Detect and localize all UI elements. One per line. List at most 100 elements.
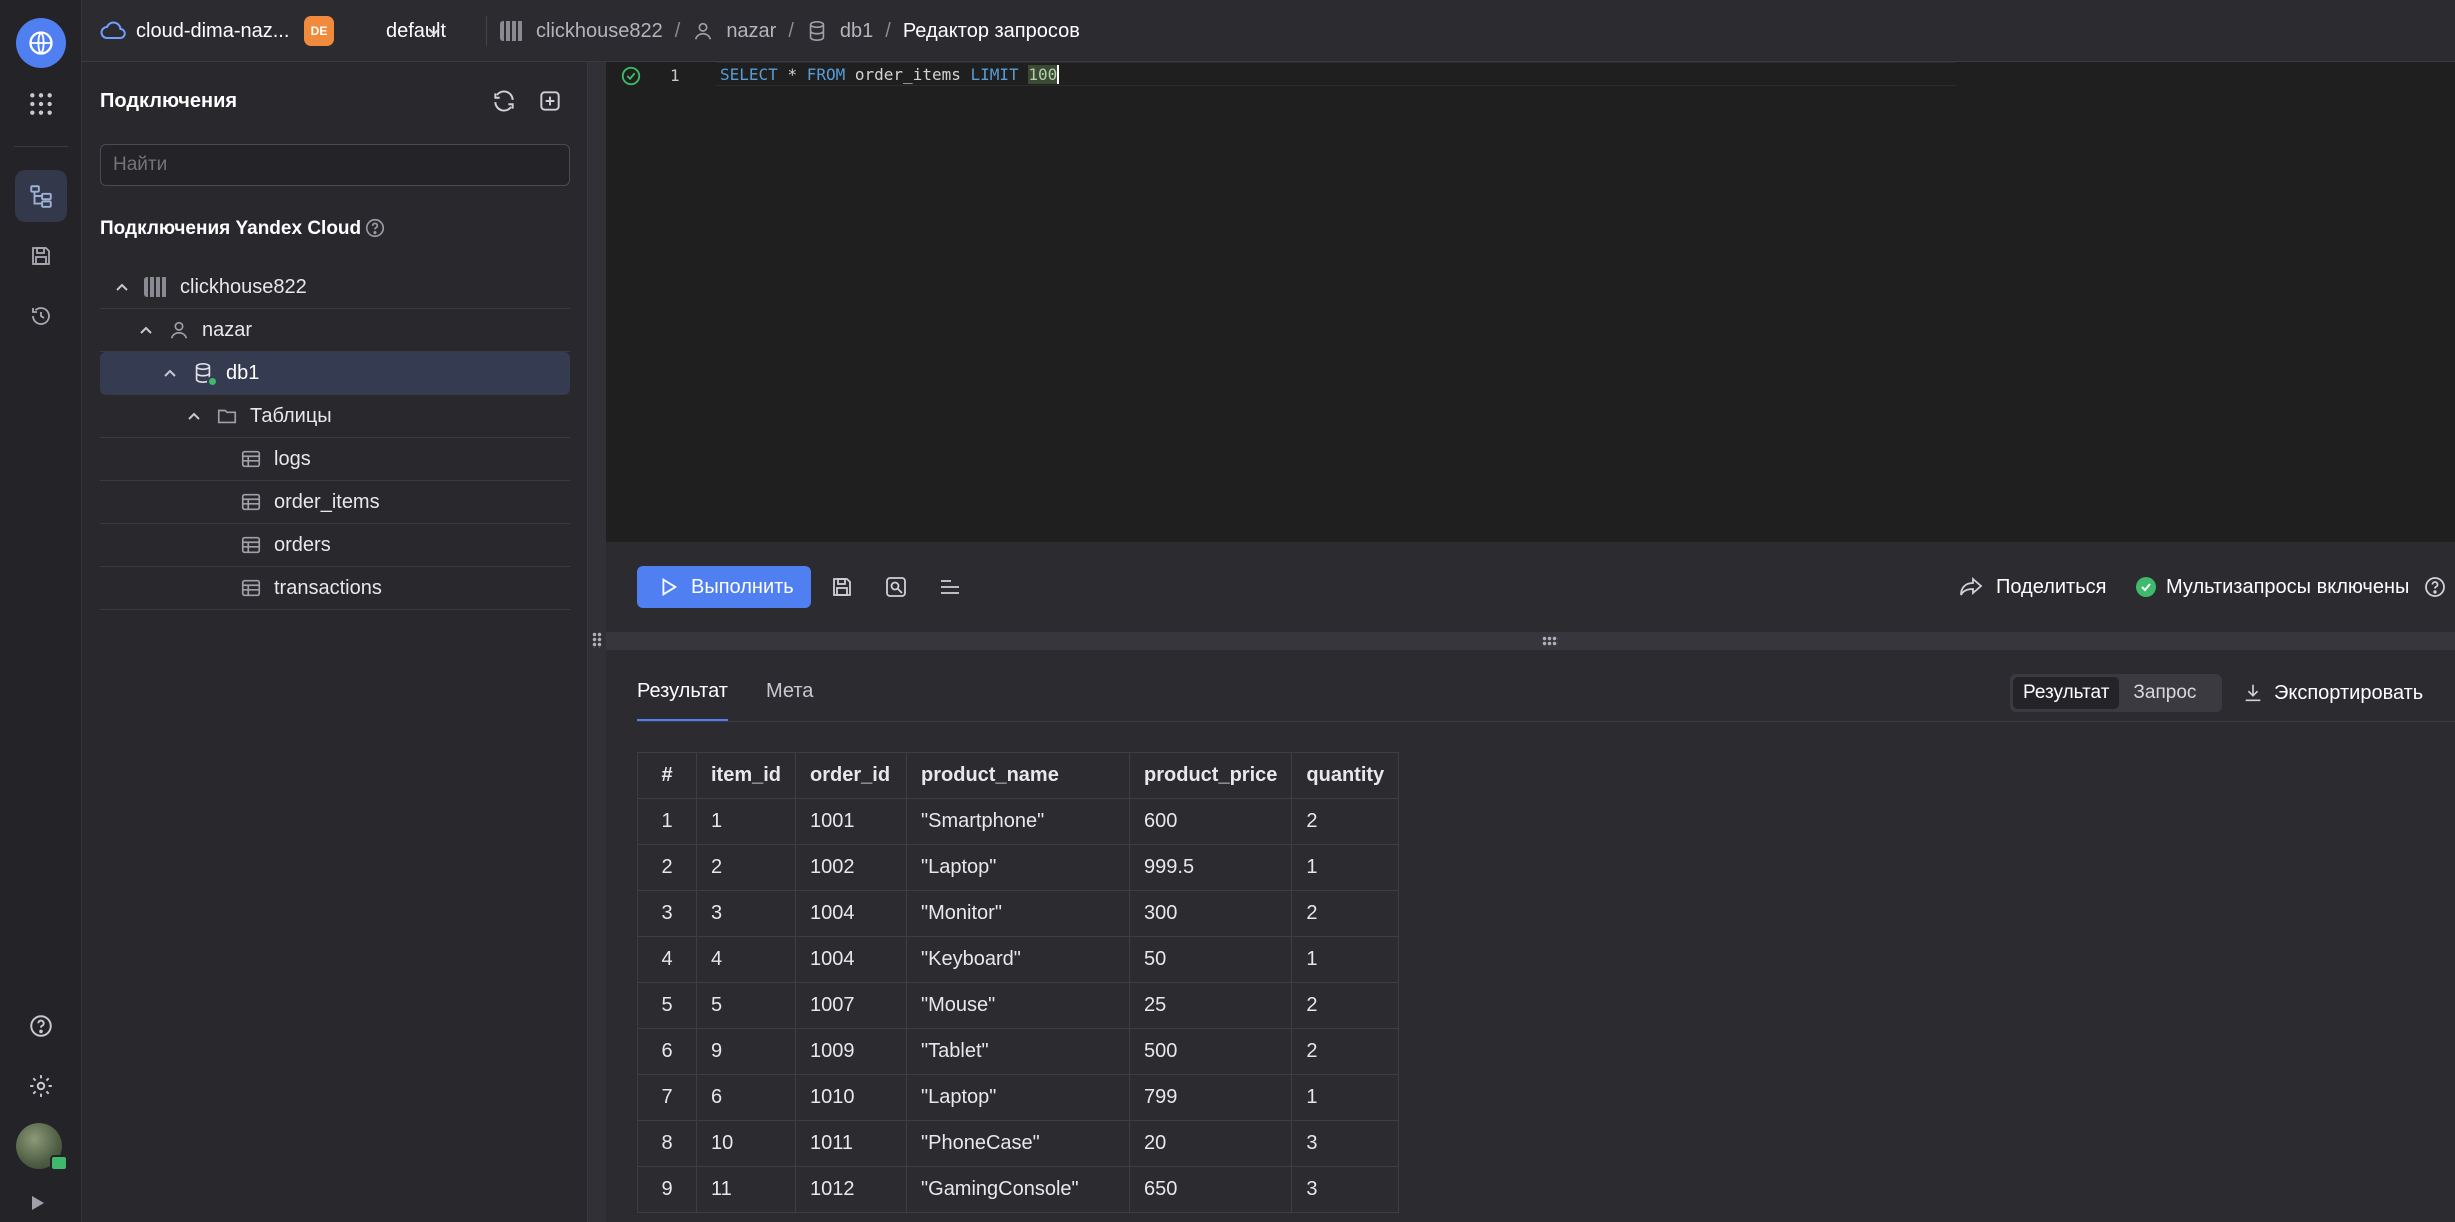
table-cell[interactable]: "Monitor": [906, 890, 1131, 937]
table-cell[interactable]: 1: [695, 798, 797, 845]
table-cell[interactable]: 2: [1291, 798, 1400, 845]
tree-item-tables-folder[interactable]: Таблицы: [100, 395, 570, 438]
search-input[interactable]: [100, 144, 570, 186]
column-header[interactable]: product_price: [1129, 752, 1293, 799]
table-cell[interactable]: "Laptop": [906, 1074, 1131, 1121]
breadcrumb-user[interactable]: nazar: [726, 20, 776, 43]
tree-item-table[interactable]: order_items: [100, 481, 570, 524]
column-header[interactable]: #: [637, 752, 697, 799]
table-cell[interactable]: 5: [637, 982, 697, 1029]
table-cell[interactable]: 8: [637, 1120, 697, 1167]
user-avatar[interactable]: [16, 1123, 68, 1171]
toggle-query[interactable]: Запрос: [2119, 677, 2210, 709]
code-line[interactable]: SELECT * FROM order_items LIMIT 100: [720, 65, 1060, 84]
vertical-resize-handle[interactable]: [588, 62, 606, 1222]
share-button[interactable]: Поделиться: [1958, 566, 2106, 608]
explain-plan-icon[interactable]: [884, 575, 908, 599]
tree-item-table[interactable]: transactions: [100, 567, 570, 610]
table-cell[interactable]: "GamingConsole": [906, 1166, 1131, 1213]
table-cell[interactable]: 2: [1291, 982, 1400, 1029]
table-cell[interactable]: 6: [695, 1074, 797, 1121]
section-help-icon[interactable]: [364, 217, 386, 239]
horizontal-resize-handle[interactable]: [606, 632, 2455, 650]
tree-item-table[interactable]: orders: [100, 524, 570, 567]
expand-nav-icon[interactable]: [32, 1196, 44, 1210]
query-editor[interactable]: 1 SELECT * FROM order_items LIMIT 100: [606, 62, 2455, 542]
run-button[interactable]: Выполнить: [637, 566, 811, 608]
table-cell[interactable]: 1010: [795, 1074, 908, 1121]
table-cell[interactable]: 3: [637, 890, 697, 937]
format-sql-icon[interactable]: [938, 575, 962, 599]
table-cell[interactable]: 1004: [795, 890, 908, 937]
table-cell[interactable]: 6: [637, 1028, 697, 1075]
chevron-up-icon[interactable]: [136, 320, 156, 340]
table-cell[interactable]: 1: [1291, 936, 1400, 983]
saved-queries-icon[interactable]: [15, 230, 67, 282]
cloud-name[interactable]: cloud-dima-naz...: [136, 20, 289, 43]
table-cell[interactable]: 1007: [795, 982, 908, 1029]
table-cell[interactable]: "Laptop": [906, 844, 1131, 891]
table-cell[interactable]: 10: [695, 1120, 797, 1167]
table-cell[interactable]: 11: [695, 1166, 797, 1213]
table-cell[interactable]: 650: [1129, 1166, 1293, 1213]
table-cell[interactable]: 1: [637, 798, 697, 845]
table-cell[interactable]: 50: [1129, 936, 1293, 983]
toggle-result[interactable]: Результат: [2013, 677, 2120, 709]
refresh-icon[interactable]: [491, 88, 517, 114]
toolbar-help-icon[interactable]: [2423, 575, 2447, 599]
table-cell[interactable]: 9: [695, 1028, 797, 1075]
table-cell[interactable]: "Tablet": [906, 1028, 1131, 1075]
tree-item-database[interactable]: db1: [100, 352, 570, 395]
table-cell[interactable]: 9: [637, 1166, 697, 1213]
table-cell[interactable]: 1002: [795, 844, 908, 891]
table-cell[interactable]: 4: [695, 936, 797, 983]
breadcrumb-database[interactable]: db1: [840, 20, 873, 43]
table-cell[interactable]: "Smartphone": [906, 798, 1131, 845]
table-cell[interactable]: 1: [1291, 844, 1400, 891]
folder-chevron-down-icon[interactable]: [425, 22, 443, 40]
tab-meta[interactable]: Мета: [766, 680, 813, 722]
column-header[interactable]: order_id: [795, 752, 908, 799]
column-header[interactable]: quantity: [1291, 752, 1400, 799]
chevron-up-icon[interactable]: [184, 406, 204, 426]
table-cell[interactable]: 4: [637, 936, 697, 983]
table-cell[interactable]: 999.5: [1129, 844, 1293, 891]
table-cell[interactable]: 3: [1291, 1166, 1400, 1213]
history-icon[interactable]: [15, 290, 67, 342]
table-cell[interactable]: 3: [1291, 1120, 1400, 1167]
table-cell[interactable]: 25: [1129, 982, 1293, 1029]
table-cell[interactable]: 3: [695, 890, 797, 937]
table-cell[interactable]: 7: [637, 1074, 697, 1121]
chevron-up-icon[interactable]: [160, 363, 180, 383]
apps-grid-icon[interactable]: [15, 78, 67, 130]
table-cell[interactable]: 1009: [795, 1028, 908, 1075]
export-button[interactable]: Экспортировать: [2242, 674, 2423, 712]
tree-item-cluster[interactable]: clickhouse822: [100, 266, 570, 309]
table-cell[interactable]: 1001: [795, 798, 908, 845]
table-cell[interactable]: 600: [1129, 798, 1293, 845]
column-header[interactable]: product_name: [906, 752, 1131, 799]
table-cell[interactable]: 2: [637, 844, 697, 891]
table-cell[interactable]: 300: [1129, 890, 1293, 937]
table-cell[interactable]: "Keyboard": [906, 936, 1131, 983]
table-cell[interactable]: 2: [1291, 890, 1400, 937]
help-icon[interactable]: [15, 1000, 67, 1052]
settings-gear-icon[interactable]: [15, 1060, 67, 1112]
table-cell[interactable]: 2: [695, 844, 797, 891]
tab-result[interactable]: Результат: [637, 680, 728, 722]
table-cell[interactable]: 799: [1129, 1074, 1293, 1121]
table-cell[interactable]: 500: [1129, 1028, 1293, 1075]
table-cell[interactable]: "PhoneCase": [906, 1120, 1131, 1167]
save-query-icon[interactable]: [830, 575, 854, 599]
column-header[interactable]: item_id: [695, 752, 797, 799]
tree-item-table[interactable]: logs: [100, 438, 570, 481]
table-cell[interactable]: 20: [1129, 1120, 1293, 1167]
add-connection-icon[interactable]: [537, 88, 563, 114]
table-cell[interactable]: 1011: [795, 1120, 908, 1167]
table-cell[interactable]: 1012: [795, 1166, 908, 1213]
logo-icon[interactable]: [16, 18, 66, 68]
table-cell[interactable]: 5: [695, 982, 797, 1029]
tree-item-user[interactable]: nazar: [100, 309, 570, 352]
table-cell[interactable]: "Mouse": [906, 982, 1131, 1029]
table-cell[interactable]: 2: [1291, 1028, 1400, 1075]
